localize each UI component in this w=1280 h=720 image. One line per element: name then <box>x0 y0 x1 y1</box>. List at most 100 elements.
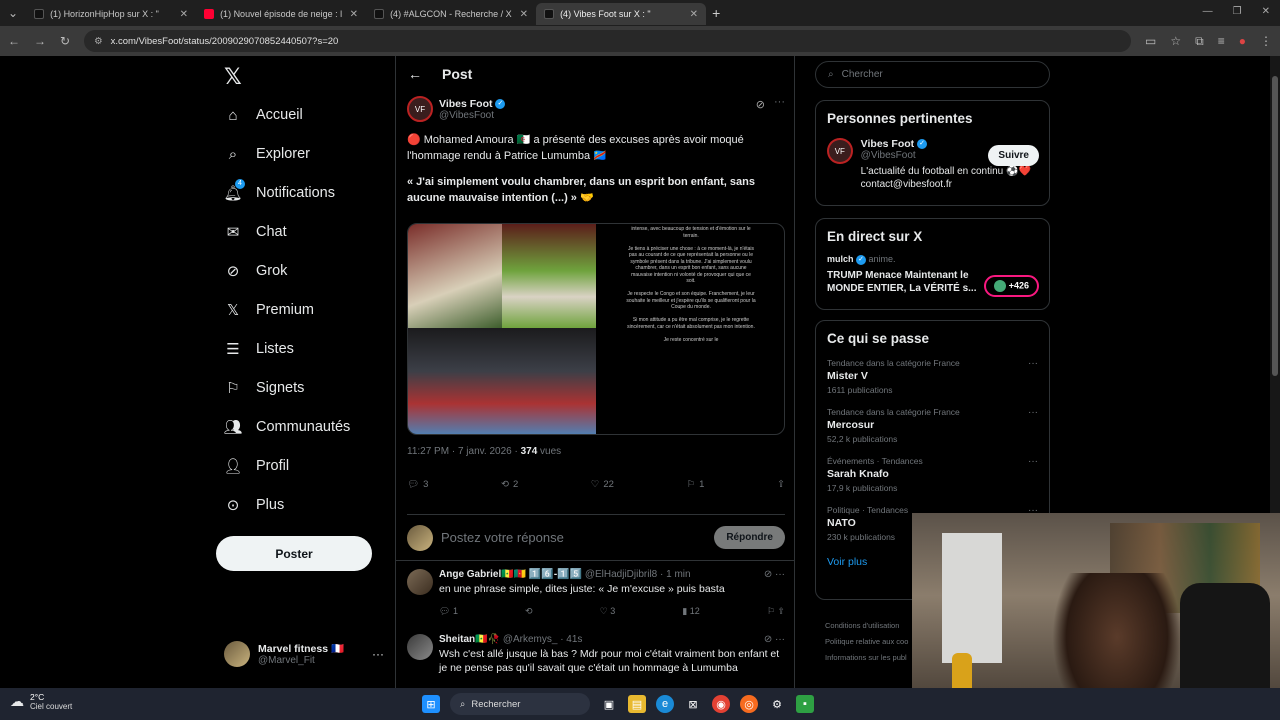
more-dots-icon[interactable]: ⊘ ··· <box>764 569 785 580</box>
person-name[interactable]: Vibes Foot <box>861 138 914 150</box>
nav-lists[interactable]: ☰ Listes <box>224 340 294 358</box>
avatar[interactable]: VF <box>407 96 433 122</box>
comment-author[interactable]: Sheitan🇸🇳🥀 <box>439 634 500 645</box>
new-tab-icon[interactable]: + <box>712 5 720 21</box>
more-dots-icon[interactable]: ··· <box>1028 407 1038 418</box>
account-switcher[interactable]: Marvel fitness 🇫🇷 @Marvel_Fit ··· <box>224 641 384 667</box>
live-headline[interactable]: TRUMP Menace Maintenant le MONDE ENTIER,… <box>827 269 977 295</box>
trend-item[interactable]: Événements · Tendances Sarah Knafo 17,9 … <box>827 456 1038 493</box>
share-action[interactable]: ⇪ <box>777 479 785 490</box>
tweet-time[interactable]: 11:27 PM · 7 janv. 2026 · <box>407 446 521 457</box>
nav-communities[interactable]: 👥︎ Communautés <box>223 418 350 436</box>
like-action[interactable]: ♡ 22 <box>591 479 614 490</box>
live-listeners[interactable]: +426 <box>984 275 1039 297</box>
close-window-icon[interactable]: ✕ <box>1262 6 1270 17</box>
author-name[interactable]: Vibes Foot <box>439 98 492 110</box>
close-tab-icon[interactable]: ✕ <box>180 9 188 20</box>
like-action[interactable]: ♡ 3 <box>600 606 616 617</box>
nav-bookmarks[interactable]: ⚐ Signets <box>224 379 304 397</box>
retweet-action[interactable]: ⟲ 2 <box>501 479 518 490</box>
file-explorer-icon[interactable]: ▤ <box>628 695 646 713</box>
site-info-icon[interactable]: ⚙ <box>94 36 103 47</box>
nav-premium[interactable]: 𝕏 Premium <box>224 301 314 319</box>
task-view-icon[interactable]: ▣ <box>600 695 618 713</box>
browser-tab-3[interactable]: (4) #ALGCON - Recherche / X ✕ <box>366 3 536 25</box>
cast-icon[interactable]: ▭ <box>1145 34 1156 48</box>
chrome-icon[interactable]: ◉ <box>712 695 730 713</box>
avatar[interactable] <box>407 634 433 660</box>
trend-item[interactable]: Tendance dans la catégorie France Mister… <box>827 358 1038 395</box>
author-handle[interactable]: @VibesFoot <box>439 110 505 121</box>
post-button[interactable]: Poster <box>216 536 372 571</box>
nav-home[interactable]: ⌂ Accueil <box>224 106 302 124</box>
more-dots-icon[interactable]: ··· <box>774 96 785 108</box>
browser-tab-4[interactable]: (4) Vibes Foot sur X : " ✕ <box>536 3 707 25</box>
star-icon[interactable]: ☆ <box>1170 34 1181 48</box>
nav-grok[interactable]: ⊘ Grok <box>224 262 288 280</box>
trend-item[interactable]: Tendance dans la catégorie France Mercos… <box>827 407 1038 444</box>
tab-list-chevron-icon[interactable]: ⌄ <box>8 6 18 20</box>
tweet-quote: « J'ai simplement voulu chambrer, dans u… <box>407 174 785 206</box>
forward-arrow-icon[interactable]: → <box>34 34 46 48</box>
nav-more[interactable]: ⊙ Plus <box>224 496 285 514</box>
minimize-icon[interactable]: — <box>1203 6 1213 17</box>
live-host[interactable]: mulch ✓ anime. <box>827 254 1038 265</box>
search-input[interactable]: ⌕ Chercher <box>815 61 1050 88</box>
comment-handle[interactable]: @Arkemys_ · 41s <box>503 634 583 645</box>
extensions-icon[interactable]: ⧉ <box>1195 34 1204 49</box>
more-dots-icon[interactable]: ··· <box>1028 456 1038 467</box>
url-field[interactable]: ⚙ x.com/VibesFoot/status/200902907085244… <box>84 30 1132 52</box>
bookmark-icon[interactable]: ⚐ ⇪ <box>767 606 785 617</box>
store-icon[interactable]: ⊠ <box>684 695 702 713</box>
profile-avatar-icon[interactable]: ● <box>1239 34 1246 48</box>
reload-icon[interactable]: ↻ <box>60 34 70 48</box>
views-action[interactable]: ▮ 12 <box>682 606 699 617</box>
media-photo-ground[interactable] <box>502 224 596 328</box>
browser-menu-icon[interactable]: ⋮ <box>1260 34 1272 48</box>
weather-widget[interactable]: ☁ 2°C Ciel couvert <box>10 692 72 711</box>
reply-action[interactable]: 💬︎ 3 <box>407 479 428 490</box>
x-logo-icon[interactable]: 𝕏 <box>224 64 242 90</box>
tweet-media[interactable]: intense, avec beaucoup de tension et d'é… <box>407 223 785 435</box>
follow-button[interactable]: Suivre <box>988 145 1039 166</box>
media-statement-text[interactable]: intense, avec beaucoup de tension et d'é… <box>626 224 756 434</box>
taskbar-search[interactable]: ⌕ Rechercher <box>450 693 590 715</box>
edge-icon[interactable]: e <box>656 695 674 713</box>
grok-icon[interactable]: ⊘ <box>756 98 765 111</box>
reply-input[interactable]: Postez votre réponse <box>441 530 706 545</box>
close-tab-icon[interactable]: ✕ <box>350 9 358 20</box>
scrollbar-thumb[interactable] <box>1272 76 1278 376</box>
settings-icon[interactable]: ⚙ <box>768 695 786 713</box>
close-tab-icon[interactable]: ✕ <box>520 9 528 20</box>
back-arrow-icon[interactable]: ← <box>8 34 20 48</box>
nav-explore[interactable]: ⌕ Explorer <box>224 145 310 163</box>
media-photo-tribune[interactable] <box>408 328 596 434</box>
browser-tab-2[interactable]: (1) Nouvel épisode de neige : l ✕ <box>196 3 366 25</box>
browser-tab-1[interactable]: (1) HorizonHipHop sur X : " ✕ <box>26 3 196 25</box>
footer-link[interactable]: Politique relative aux coo <box>825 634 908 650</box>
bookmark-action[interactable]: ⚐ 1 <box>687 479 705 490</box>
app-icon[interactable]: ▪ <box>796 695 814 713</box>
reply-button[interactable]: Répondre <box>714 526 785 549</box>
nav-chat[interactable]: ✉ Chat <box>224 223 287 241</box>
more-dots-icon[interactable]: ⊘ ··· <box>764 634 785 645</box>
back-arrow-icon[interactable]: ← <box>408 66 422 82</box>
comment-author[interactable]: Ange Gabriel🇸🇳🇨🇲 1️⃣6️⃣-1️⃣5️⃣ <box>439 569 582 580</box>
windows-start-icon[interactable]: ⊞ <box>422 695 440 713</box>
maximize-icon[interactable]: ❐ <box>1233 6 1242 17</box>
nav-notifications[interactable]: 🔔︎ 4 Notifications <box>223 179 335 202</box>
comment-handle[interactable]: @ElHadjiDjibril8 · 1 min <box>585 569 691 580</box>
nav-profile[interactable]: 👤︎ Profil <box>223 457 289 475</box>
footer-link[interactable]: Conditions d'utilisation <box>825 618 908 634</box>
avatar[interactable] <box>407 569 433 595</box>
reply-action[interactable]: 💬︎ 1 <box>439 606 458 617</box>
avatar[interactable]: VF <box>827 138 853 164</box>
close-tab-icon[interactable]: ✕ <box>690 9 698 20</box>
firefox-icon[interactable]: ◎ <box>740 695 758 713</box>
retweet-icon[interactable]: ⟲ <box>525 606 533 617</box>
media-icon[interactable]: ≡ <box>1218 34 1225 48</box>
footer-link[interactable]: Informations sur les publ <box>825 650 908 666</box>
more-dots-icon[interactable]: ··· <box>372 647 384 661</box>
media-photo-player[interactable] <box>408 224 502 328</box>
more-dots-icon[interactable]: ··· <box>1028 358 1038 369</box>
